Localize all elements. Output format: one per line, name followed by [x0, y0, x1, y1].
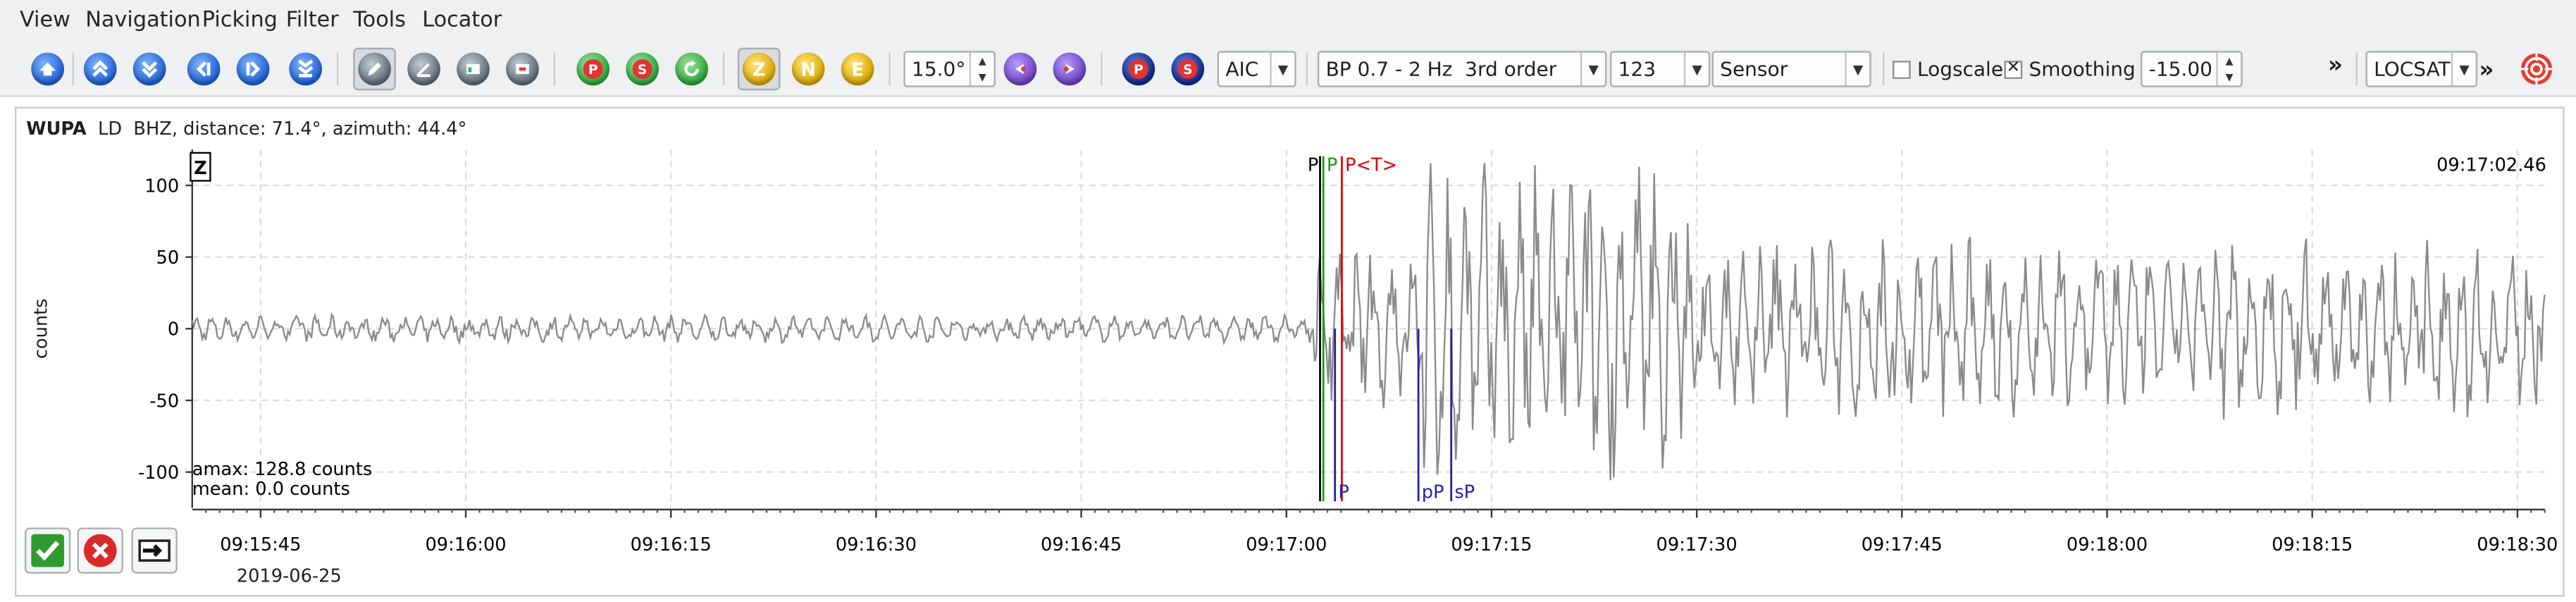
theoretical-pick-label: sP: [1454, 481, 1475, 503]
seismogram-plot[interactable]: -100-50050100 09:15:45 09:16:00 09:16:15 09…: [0, 0, 2576, 601]
y-tick-label: -100: [138, 462, 179, 484]
x-tick-label: 09:18:30: [2477, 534, 2558, 555]
cancel-icon: [83, 534, 117, 567]
current-time: 09:17:02.46: [2436, 154, 2546, 176]
check-icon: [31, 534, 64, 567]
x-tick-label: 09:16:45: [1041, 534, 1122, 555]
y-tick-label: 0: [168, 319, 179, 340]
x-tick-label: 09:18:00: [2067, 534, 2148, 555]
x-axis: 09:15:45 09:16:00 09:16:15 09:16:30 09:16:45…: [192, 508, 2558, 555]
theoretical-pick-label: pP: [1422, 481, 1444, 503]
x-tick-label: 09:17:15: [1451, 534, 1532, 555]
x-tick-label: 09:17:45: [1862, 534, 1943, 555]
x-tick-label: 09:18:15: [2272, 534, 2353, 555]
y-tick-label: -50: [149, 391, 179, 412]
pick-label: P: [1327, 154, 1337, 176]
x-tick-label: 09:17:00: [1246, 534, 1327, 555]
theoretical-pick-label: P: [1338, 481, 1349, 503]
y-axis: -100 -50 0 50 100: [138, 149, 193, 508]
x-tick-label: 09:17:30: [1657, 534, 1738, 555]
send-icon: [138, 539, 171, 562]
picker-window: View Navigation Picking Filter Tools Loc…: [0, 0, 2576, 602]
date-label: 2019-06-25: [236, 565, 342, 587]
y-tick-label: 100: [144, 176, 179, 197]
amax-label: amax: 128.8 counts: [192, 459, 372, 480]
pick-label: P: [1308, 154, 1318, 176]
x-tick-label: 09:16:15: [631, 534, 712, 555]
x-tick-label: 09:16:00: [425, 534, 506, 555]
send-button[interactable]: [131, 527, 178, 574]
y-tick-label: 50: [156, 247, 180, 269]
accept-button[interactable]: [24, 527, 71, 574]
x-tick-label: 09:15:45: [220, 534, 301, 555]
component-label: Z: [194, 158, 207, 179]
x-tick-label: 09:16:30: [836, 534, 917, 555]
mean-label: mean: 0.0 counts: [192, 479, 350, 500]
pick-label: P<T>: [1345, 154, 1397, 176]
reject-button[interactable]: [77, 527, 123, 574]
